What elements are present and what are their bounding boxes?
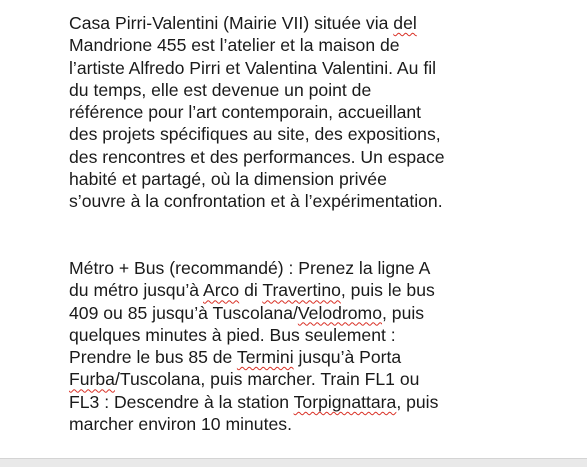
text-line: habité et partagé, où la dimension privé…	[69, 168, 579, 190]
text-run: jusqu’à Porta	[293, 347, 402, 368]
text-line: FL3 : Descendre à la station Torpignatta…	[69, 391, 579, 413]
text-run: FL3 : Descendre à la station	[69, 391, 294, 412]
text-run: du métro jusqu’à	[69, 280, 203, 301]
text-run: , puis le bus	[340, 280, 435, 301]
text-line: du métro jusqu’à Arco di Travertino, pui…	[69, 279, 579, 301]
text-line: référence pour l’art contemporain, accue…	[69, 101, 579, 123]
text-line: Furba/Tuscolana, puis marcher. Train FL1…	[69, 368, 579, 390]
text-line: quelques minutes à pied. Bus seulement :	[69, 324, 579, 346]
text-run: 409 ou 85 jusqu’à Tuscolana/	[69, 302, 298, 323]
text-run: habité et partagé, où la dimension privé…	[69, 169, 387, 190]
text-run: Mandrione 455 est l’atelier et la maison…	[69, 35, 400, 56]
text-run: , puis	[396, 391, 439, 412]
paragraph-description[interactable]: Casa Pirri-Valentini (Mairie VII) située…	[69, 12, 579, 213]
text-line: des rencontres et des performances. Un e…	[69, 146, 579, 168]
misspelled-word: Travertino	[262, 280, 341, 301]
text-run: marcher environ 10 minutes.	[69, 414, 292, 435]
text-line: l’artiste Alfredo Pirri et Valentina Val…	[69, 57, 579, 79]
text-run: di	[239, 280, 263, 301]
text-run: s’ouvre à la confrontation et à l’expéri…	[69, 191, 443, 212]
text-line: Casa Pirri-Valentini (Mairie VII) située…	[69, 12, 579, 34]
misspelled-word: Furba	[69, 369, 115, 390]
text-run: Métro + Bus (recommandé) : Prenez la lig…	[69, 258, 431, 278]
text-line: Prendre le bus 85 de Termini jusqu’à Por…	[69, 346, 579, 368]
text-line: s’ouvre à la confrontation et à l’expéri…	[69, 190, 579, 212]
misspelled-word: Arco	[203, 280, 240, 301]
text-run: /Tuscolana, puis marcher. Train FL1 ou	[114, 369, 420, 390]
misspelled-word: Velodromo	[297, 302, 383, 323]
document-page: Casa Pirri-Valentini (Mairie VII) située…	[0, 0, 587, 458]
text-line: Métro + Bus (recommandé) : Prenez la lig…	[69, 257, 579, 279]
text-run: Prendre le bus 85 de	[69, 347, 237, 368]
text-run: du temps, elle est devenue un point de	[69, 79, 372, 100]
text-run: des rencontres et des performances. Un e…	[69, 146, 445, 167]
misspelled-word: del	[393, 13, 417, 33]
misspelled-word: Torpignattara	[293, 391, 397, 412]
text-run: , puis	[382, 302, 425, 323]
text-run: Casa Pirri-Valentini (Mairie VII) située…	[69, 13, 394, 33]
text-line: marcher environ 10 minutes.	[69, 413, 579, 435]
text-run: des projets spécifiques au site, des exp…	[69, 124, 441, 145]
page-bottom-edge	[0, 458, 587, 467]
text-run: quelques minutes à pied. Bus seulement :	[69, 324, 396, 345]
text-run: l’artiste Alfredo Pirri et Valentina Val…	[69, 57, 437, 78]
text-line: 409 ou 85 jusqu’à Tuscolana/Velodromo, p…	[69, 302, 579, 324]
text-line: Mandrione 455 est l’atelier et la maison…	[69, 34, 579, 56]
paragraph-directions[interactable]: Métro + Bus (recommandé) : Prenez la lig…	[69, 257, 579, 435]
text-run: référence pour l’art contemporain, accue…	[69, 102, 422, 123]
text-line: des projets spécifiques au site, des exp…	[69, 123, 579, 145]
text-line: du temps, elle est devenue un point de	[69, 79, 579, 101]
misspelled-word: Termini	[236, 347, 294, 368]
